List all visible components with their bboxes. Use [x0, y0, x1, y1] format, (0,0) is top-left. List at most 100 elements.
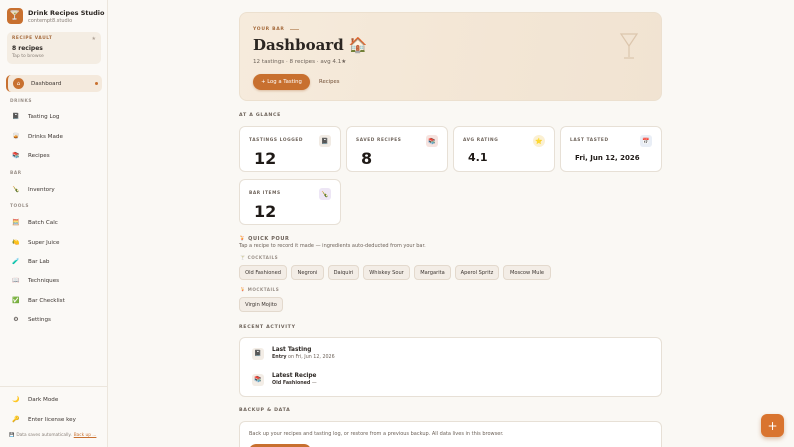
vault-label: RECIPE VAULT — [12, 36, 53, 41]
license-key-button[interactable]: 🔑 Enter license key — [6, 411, 102, 428]
brand-subtitle: contempt8.studio — [28, 17, 73, 24]
sidebar-item-label: Recipes — [28, 152, 50, 159]
section-label-tools: TOOLS — [10, 204, 30, 209]
dashboard-hero: YOUR BAR Dashboard 🏠 12 tastings · 8 rec… — [239, 12, 662, 101]
dark-mode-toggle[interactable]: 🌙 Dark Mode — [6, 391, 102, 408]
sidebar-item-label: Tasting Log — [28, 113, 60, 120]
star-icon: ⭐ — [533, 135, 545, 147]
backup-link[interactable]: Back up ... — [74, 433, 97, 438]
backup-description: Back up your recipes and tasting log, or… — [249, 431, 504, 437]
activity-latest-recipe[interactable]: 📚 Latest Recipe Old Fashioned — — [252, 373, 317, 386]
books-icon: 📚 — [12, 152, 20, 159]
eyebrow-rule — [289, 29, 299, 30]
stat-value: 12 — [254, 202, 277, 221]
chip-aperol-spritz[interactable]: Aperol Spritz — [455, 265, 499, 280]
recent-activity-card: 📓 Last Tasting Entry on Fri, Jun 12, 202… — [239, 337, 662, 397]
activity-recipe-name: Old Fashioned — [272, 381, 311, 386]
stat-card-bar-items[interactable]: BAR ITEMS 🍾 12 — [239, 179, 341, 225]
citrus-icon: 🍋 — [12, 239, 20, 246]
brand-title: Drink Recipes Studio — [28, 8, 105, 17]
activity-title: Latest Recipe — [272, 373, 317, 379]
sidebar-item-drinks-made[interactable]: 🥃 Drinks Made — [6, 128, 102, 145]
notebook-icon: 📓 — [319, 135, 331, 147]
activity-entry: Entry — [272, 355, 287, 360]
calculator-icon: 🧮 — [12, 219, 20, 226]
autosave-note: 💾 Data saves automatically. Back up ... — [9, 433, 96, 438]
sidebar-item-label: Settings — [28, 316, 51, 323]
key-icon: 🔑 — [12, 416, 20, 423]
log-tasting-button[interactable]: + Log a Tasting — [253, 74, 310, 90]
chip-margarita[interactable]: Margarita — [414, 265, 451, 280]
stat-value: 8 — [361, 149, 373, 168]
chip-moscow-mule[interactable]: Moscow Mule — [503, 265, 551, 280]
stat-label: TASTINGS LOGGED — [249, 138, 304, 143]
sidebar-item-label: Dashboard — [31, 80, 62, 87]
stat-value: Fri, Jun 12, 2026 — [575, 154, 640, 162]
sidebar-item-settings[interactable]: ⚙ Settings — [6, 311, 102, 328]
sidebar-item-super-juice[interactable]: 🍋 Super Juice — [6, 234, 102, 251]
stat-label: SAVED RECIPES — [356, 138, 402, 143]
activity-recipe-meta: — — [310, 381, 317, 386]
sidebar-item-tasting-log[interactable]: 📓 Tasting Log — [6, 108, 102, 125]
martini-glass-icon — [619, 33, 639, 59]
sidebar-item-bar-lab[interactable]: 🧪 Bar Lab — [6, 253, 102, 270]
stat-value: 12 — [254, 149, 277, 168]
sidebar-item-techniques[interactable]: 📖 Techniques — [6, 272, 102, 289]
flask-icon: 🧪 — [12, 258, 20, 265]
vault-hint: Tap to browse — [12, 54, 44, 59]
section-label-drinks: DRINKS — [10, 99, 33, 104]
add-fab-button[interactable]: + — [761, 414, 784, 437]
sidebar-item-label: Batch Calc — [28, 219, 58, 226]
brand[interactable]: 🍸 Drink Recipes Studio contempt8.studio — [7, 8, 105, 24]
activity-subtitle: Entry on Fri, Jun 12, 2026 — [272, 355, 335, 360]
star-icon[interactable]: ★ — [92, 36, 96, 42]
sidebar-divider — [0, 386, 108, 387]
sidebar-item-bar-checklist[interactable]: ✅ Bar Checklist — [6, 292, 102, 309]
chip-daiquiri[interactable]: Daiquiri — [328, 265, 359, 280]
vault-count: 8 recipes — [12, 45, 43, 52]
stat-card-tastings[interactable]: TASTINGS LOGGED 📓 12 — [239, 126, 341, 172]
activity-title: Last Tasting — [272, 347, 312, 353]
activity-subtitle: Old Fashioned — — [272, 381, 317, 386]
hero-stats: 12 tastings · 8 recipes · avg 4.1★ — [253, 59, 347, 65]
sidebar-item-recipes[interactable]: 📚 Recipes — [6, 147, 102, 164]
chip-virgin-mojito[interactable]: Virgin Mojito — [239, 297, 283, 312]
sidebar-item-batch-calc[interactable]: 🧮 Batch Calc — [6, 214, 102, 231]
sidebar-item-label: Drinks Made — [28, 133, 63, 140]
recipes-link[interactable]: Recipes — [319, 74, 339, 90]
chip-negroni[interactable]: Negroni — [291, 265, 324, 280]
activity-last-tasting[interactable]: 📓 Last Tasting Entry on Fri, Jun 12, 202… — [252, 347, 335, 360]
sidebar-item-dashboard[interactable]: ⌂ Dashboard — [6, 75, 102, 92]
stat-label: BAR ITEMS — [249, 191, 281, 196]
license-key-label: Enter license key — [28, 416, 76, 423]
hero-eyebrow-text: YOUR BAR — [253, 27, 285, 32]
stat-label: LAST TASTED — [570, 138, 609, 143]
books-icon: 📚 — [252, 373, 264, 386]
sidebar-item-inventory[interactable]: 🍾 Inventory — [6, 181, 102, 198]
section-label-bar: BAR — [10, 171, 22, 176]
bottle-icon: 🍾 — [12, 186, 20, 193]
save-icon: 💾 — [9, 433, 15, 438]
stat-value: 4.1 — [468, 151, 488, 164]
cocktail-icon: 🍸 — [7, 8, 23, 24]
notebook-icon: 📓 — [12, 113, 20, 120]
recipe-vault-card[interactable]: RECIPE VAULT ★ 8 recipes Tap to browse — [7, 32, 101, 64]
sidebar-item-label: Bar Lab — [28, 258, 50, 265]
stat-card-last-tasted[interactable]: LAST TASTED 📅 Fri, Jun 12, 2026 — [560, 126, 662, 172]
quick-pour-title: 🍹 QUICK POUR — [239, 236, 290, 242]
chip-whiskey-sour[interactable]: Whiskey Sour — [363, 265, 410, 280]
checklist-icon: ✅ — [12, 297, 20, 304]
stat-card-avg-rating[interactable]: AVG RATING ⭐ 4.1 — [453, 126, 555, 172]
book-icon: 📖 — [12, 277, 20, 284]
sidebar: 🍸 Drink Recipes Studio contempt8.studio … — [0, 0, 108, 447]
books-icon: 📚 — [426, 135, 438, 147]
stat-card-recipes[interactable]: SAVED RECIPES 📚 8 — [346, 126, 448, 172]
backup-card: Back up your recipes and tasting log, or… — [239, 421, 662, 447]
gear-icon: ⚙ — [13, 316, 19, 323]
glass-icon: 🥃 — [12, 133, 20, 140]
active-indicator — [95, 82, 98, 85]
page-title: Dashboard 🏠 — [253, 36, 368, 54]
chip-old-fashioned[interactable]: Old Fashioned — [239, 265, 287, 280]
autosave-text: Data saves automatically. — [16, 433, 72, 438]
sidebar-item-label: Super Juice — [28, 239, 60, 246]
